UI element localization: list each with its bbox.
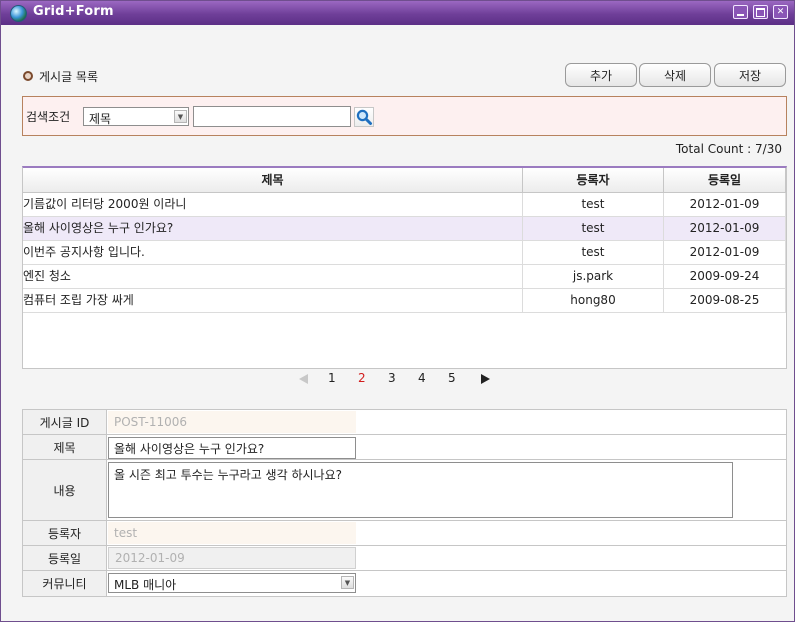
form-row-date: 등록일 2012-01-09 bbox=[23, 546, 786, 571]
form-row-content: 내용 올 시즌 최고 투수는 누구라고 생각 하시나요? bbox=[23, 460, 786, 521]
prev-page-icon[interactable] bbox=[299, 374, 308, 384]
add-button[interactable]: 추가 bbox=[565, 63, 637, 87]
search-panel: 검색조건 제목 ▼ bbox=[22, 96, 787, 136]
author-cell: test bbox=[523, 241, 664, 264]
content-field[interactable]: 올 시즌 최고 투수는 누구라고 생각 하시나요? bbox=[108, 462, 733, 518]
page-link-current[interactable]: 2 bbox=[358, 371, 366, 385]
date-label: 등록일 bbox=[23, 546, 107, 570]
section-title: 게시글 목록 bbox=[39, 70, 99, 84]
chevron-down-icon[interactable]: ▼ bbox=[174, 110, 187, 123]
globe-icon bbox=[10, 5, 27, 22]
date-field: 2012-01-09 bbox=[108, 547, 356, 569]
bullet-icon bbox=[23, 71, 33, 81]
date-cell: 2012-01-09 bbox=[664, 193, 786, 216]
grid-header: 제목 등록자 등록일 bbox=[23, 168, 786, 193]
delete-button[interactable]: 삭제 bbox=[639, 63, 711, 87]
author-cell: test bbox=[523, 193, 664, 216]
date-cell: 2009-08-25 bbox=[664, 289, 786, 312]
title-cell: 올해 사이영상은 누구 인가요? bbox=[23, 217, 523, 240]
search-button[interactable] bbox=[354, 107, 374, 127]
community-label: 커뮤니티 bbox=[23, 571, 107, 596]
chevron-down-icon[interactable]: ▼ bbox=[341, 576, 354, 589]
column-header-title[interactable]: 제목 bbox=[23, 168, 523, 192]
post-grid: 제목 등록자 등록일 기름값이 리터당 2000원 이라니 test 2012-01… bbox=[22, 166, 787, 369]
page-link[interactable]: 4 bbox=[418, 371, 426, 385]
total-count: Total Count : 7/30 bbox=[675, 142, 782, 156]
author-cell: js.park bbox=[523, 265, 664, 288]
page-link[interactable]: 1 bbox=[328, 371, 336, 385]
save-button[interactable]: 저장 bbox=[714, 63, 786, 87]
community-select[interactable]: MLB 매니아 ▼ bbox=[108, 573, 356, 593]
app-window: Grid+Form ✕ 게시글 목록 추가 삭제 저장 검색조건 제목 ▼ To… bbox=[0, 0, 795, 622]
author-field: test bbox=[108, 522, 356, 544]
table-row[interactable]: 엔진 청소 js.park 2009-09-24 bbox=[23, 265, 786, 289]
content-label: 내용 bbox=[23, 460, 107, 520]
author-cell: test bbox=[523, 217, 664, 240]
table-row[interactable]: 이번주 공지사항 입니다. test 2012-01-09 bbox=[23, 241, 786, 265]
title-label: 제목 bbox=[23, 435, 107, 459]
column-header-author[interactable]: 등록자 bbox=[523, 168, 664, 192]
page-link[interactable]: 3 bbox=[388, 371, 396, 385]
close-icon[interactable]: ✕ bbox=[773, 5, 788, 19]
date-cell: 2012-01-09 bbox=[664, 217, 786, 240]
date-cell: 2009-09-24 bbox=[664, 265, 786, 288]
table-row[interactable]: 올해 사이영상은 누구 인가요? test 2012-01-09 bbox=[23, 217, 786, 241]
search-label: 검색조건 bbox=[26, 110, 71, 124]
title-cell: 이번주 공지사항 입니다. bbox=[23, 241, 523, 264]
table-row[interactable]: 컴퓨터 조립 가장 싸게 hong80 2009-08-25 bbox=[23, 289, 786, 313]
window-title: Grid+Form bbox=[33, 4, 114, 19]
magnifier-icon bbox=[356, 109, 372, 125]
author-cell: hong80 bbox=[523, 289, 664, 312]
id-field: POST-11006 bbox=[108, 411, 356, 433]
title-cell: 컴퓨터 조립 가장 싸게 bbox=[23, 289, 523, 312]
form-row-id: 게시글 ID POST-11006 bbox=[23, 410, 786, 435]
table-row[interactable]: 기름값이 리터당 2000원 이라니 test 2012-01-09 bbox=[23, 193, 786, 217]
page-link[interactable]: 5 bbox=[448, 371, 456, 385]
form-row-community: 커뮤니티 MLB 매니아 ▼ bbox=[23, 571, 786, 596]
search-field-select[interactable]: 제목 ▼ bbox=[83, 107, 189, 126]
minimize-icon[interactable] bbox=[733, 5, 748, 19]
id-label: 게시글 ID bbox=[23, 410, 107, 434]
form-row-author: 등록자 test bbox=[23, 521, 786, 546]
detail-form: 게시글 ID POST-11006 제목 내용 올 시즌 최고 투수는 누구라고… bbox=[22, 409, 787, 597]
next-page-icon[interactable] bbox=[481, 374, 490, 384]
community-value: MLB 매니아 bbox=[114, 578, 177, 592]
form-row-title: 제목 bbox=[23, 435, 786, 460]
search-input[interactable] bbox=[193, 106, 351, 127]
column-header-date[interactable]: 등록일 bbox=[664, 168, 786, 192]
title-cell: 엔진 청소 bbox=[23, 265, 523, 288]
title-field[interactable] bbox=[108, 437, 356, 459]
search-field-value: 제목 bbox=[89, 112, 112, 126]
pagination: 1 2 3 4 5 bbox=[1, 371, 795, 389]
author-label: 등록자 bbox=[23, 521, 107, 545]
date-cell: 2012-01-09 bbox=[664, 241, 786, 264]
title-bar[interactable]: Grid+Form ✕ bbox=[1, 1, 794, 25]
title-cell: 기름값이 리터당 2000원 이라니 bbox=[23, 193, 523, 216]
maximize-icon[interactable] bbox=[753, 5, 768, 19]
